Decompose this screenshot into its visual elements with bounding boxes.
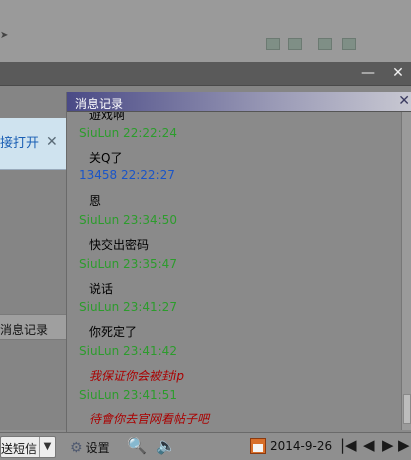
message-text: 待會你去官网看帖子吧 <box>89 412 210 426</box>
close-window-button[interactable]: ✕ <box>388 64 408 82</box>
search-icon[interactable]: 🔍 <box>127 436 147 455</box>
message-text: 恩 <box>89 194 102 208</box>
message-history-label: 消息记录 <box>0 323 49 337</box>
toolbar-icon[interactable] <box>266 38 280 50</box>
background-window-top: ➤ <box>0 0 411 62</box>
message-text: 说话 <box>89 282 114 296</box>
settings-button[interactable]: ⚙ 设置 <box>70 439 110 456</box>
speaker-icon[interactable]: 🔈 <box>156 436 176 455</box>
window-titlebar <box>0 62 411 86</box>
notification-link[interactable]: 接打开 <box>0 132 39 151</box>
bottom-toolbar: 送短信 ▼ ⚙设置 🔍 🔈 2014-9-26 |◀ ◀ ▶ ▶| <box>0 432 411 460</box>
prev-page-icon[interactable]: ◀ <box>363 436 375 454</box>
toolbar-icon[interactable] <box>318 38 332 50</box>
send-sms-button[interactable]: 送短信 ▼ <box>0 436 56 458</box>
message-sender: SiuLun 23:41:27 <box>79 300 177 314</box>
toolbar-icon[interactable] <box>342 38 356 50</box>
minimize-button[interactable]: — <box>358 64 378 82</box>
message-sender: SiuLun 23:34:50 <box>79 213 177 227</box>
message-text: 遊戏啊 <box>89 112 126 122</box>
message-text: 你死定了 <box>89 325 138 339</box>
message-text: 关Q了 <box>89 151 123 165</box>
scrollbar[interactable] <box>401 112 411 430</box>
close-icon[interactable]: ✕ <box>398 93 410 109</box>
panel-header: 消息记录 ✕ <box>67 92 411 112</box>
settings-label: 设置 <box>85 441 110 455</box>
message-sender: SiuLun 23:35:47 <box>79 257 177 271</box>
message-sender: 13458 22:22:27 <box>79 168 175 182</box>
message-sender: SiuLun 22:22:24 <box>79 126 177 140</box>
chevron-down-icon[interactable]: ▼ <box>39 437 55 457</box>
last-page-icon[interactable]: ▶| <box>398 436 411 454</box>
message-list[interactable]: 遊戏啊 SiuLun 22:22:24 关Q了 13458 22:22:27 恩… <box>67 112 401 430</box>
first-page-icon[interactable]: |◀ <box>340 436 357 454</box>
collapse-arrow-icon[interactable]: ➤ <box>0 30 8 41</box>
message-history-tab[interactable]: 消息记录 <box>0 314 66 340</box>
message-record-panel: 消息记录 ✕ 遊戏啊 SiuLun 22:22:24 关Q了 13458 22:… <box>66 92 411 432</box>
toolbar-icon[interactable] <box>288 38 302 50</box>
calendar-icon[interactable] <box>250 438 266 454</box>
gear-icon: ⚙ <box>70 440 83 456</box>
close-icon[interactable]: ✕ <box>46 134 58 150</box>
send-sms-label: 送短信 <box>1 442 38 456</box>
message-sender: SiuLun 23:41:51 <box>79 388 177 402</box>
date-display: 2014-9-26 <box>270 439 333 453</box>
next-page-icon[interactable]: ▶ <box>382 436 394 454</box>
message-text: 我保证你会被封ip <box>89 369 184 383</box>
scrollbar-thumb[interactable] <box>403 394 411 424</box>
message-sender: SiuLun 23:41:42 <box>79 344 177 358</box>
panel-title: 消息记录 <box>75 97 124 111</box>
message-text: 快交出密码 <box>89 238 150 252</box>
